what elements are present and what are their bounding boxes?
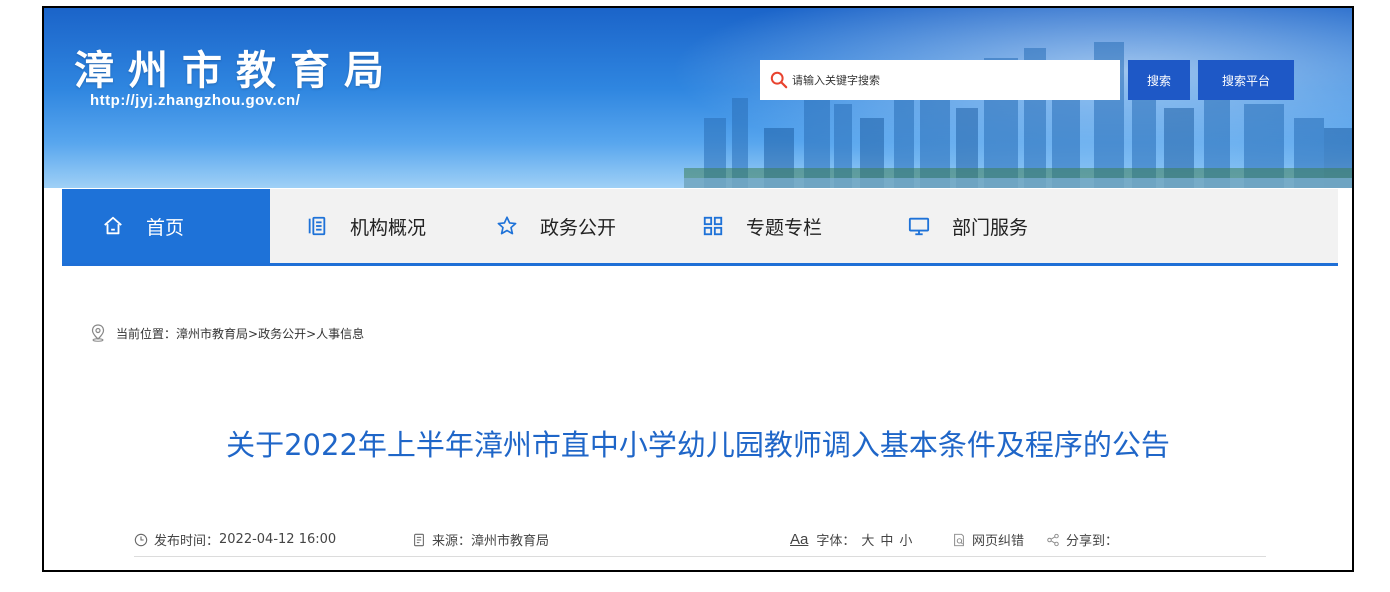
search-icon (770, 71, 788, 89)
clock-icon (134, 533, 148, 546)
publish-time: 2022-04-12 16:00 (219, 532, 337, 547)
site-title: 漳州市教育局 (74, 48, 398, 94)
search-platform-button[interactable]: 搜索平台 (1198, 60, 1294, 100)
source-info: 来源： 漳州市教育局 (412, 530, 549, 549)
article-title: 关于2022年上半年漳州市直中小学幼儿园教师调入基本条件及程序的公告 (226, 428, 1170, 462)
breadcrumb-prefix: 当前位置： (116, 326, 177, 341)
search-button[interactable]: 搜索 (1128, 60, 1190, 100)
page-frame: 漳州市教育局 http://jyj.zhangzhou.gov.cn/ 搜索 搜… (42, 6, 1354, 572)
nav-item-label: 政务公开 (540, 216, 617, 239)
font-size-medium[interactable]: 中 (880, 530, 893, 549)
nav-item-topics[interactable]: 专题专栏 (696, 189, 902, 263)
share-control[interactable]: 分享到： (1046, 530, 1118, 549)
main-nav: 首页 机构概况 政务公开 专题专栏 部门服务 (62, 189, 1338, 266)
nav-item-home[interactable]: 首页 (62, 189, 270, 263)
star-icon (497, 216, 517, 235)
font-size-small[interactable]: 小 (899, 530, 912, 549)
breadcrumb: 当前位置： 漳州市教育局>政务公开>人事信息 (90, 324, 364, 342)
page-correction-link[interactable]: 网页纠错 (952, 530, 1024, 549)
home-icon (104, 216, 122, 235)
article-meta: 发布时间： 2022-04-12 16:00 来源： 漳州市教育局 Aa 字体：… (134, 526, 1266, 557)
nav-item-label: 首页 (146, 216, 185, 239)
correction-label: 网页纠错 (972, 534, 1025, 549)
nav-item-affairs[interactable]: 政务公开 (486, 189, 696, 263)
breadcrumb-path[interactable]: 漳州市教育局>政务公开>人事信息 (176, 325, 364, 342)
search-input[interactable] (792, 73, 1092, 87)
source-value: 漳州市教育局 (471, 534, 550, 549)
search-box (760, 60, 1120, 100)
nav-item-label: 机构概况 (350, 216, 427, 239)
font-size-control: Aa 字体： 大 中 小 (790, 530, 912, 549)
font-size-icon: Aa (790, 531, 809, 548)
share-icon (1047, 533, 1059, 546)
document-icon (414, 533, 424, 546)
nav-item-label: 部门服务 (952, 216, 1029, 239)
publish-info: 发布时间： 2022-04-12 16:00 (134, 530, 336, 549)
site-url: http://jyj.zhangzhou.gov.cn/ (90, 92, 301, 109)
grid-icon (703, 216, 723, 236)
location-pin-icon (91, 324, 105, 342)
publish-label: 发布时间： (154, 534, 220, 549)
font-label: 字体： (816, 534, 856, 549)
share-label: 分享到： (1066, 534, 1119, 549)
font-size-large[interactable]: 大 (861, 530, 874, 549)
nav-item-label: 专题专栏 (746, 216, 823, 239)
list-icon (308, 216, 326, 236)
page-search-icon (954, 533, 964, 546)
nav-item-services[interactable]: 部门服务 (902, 189, 1132, 263)
header-banner: 漳州市教育局 http://jyj.zhangzhou.gov.cn/ 搜索 搜… (44, 8, 1352, 188)
monitor-icon (908, 217, 930, 236)
source-label: 来源： (432, 534, 472, 549)
nav-item-overview[interactable]: 机构概况 (270, 189, 486, 263)
